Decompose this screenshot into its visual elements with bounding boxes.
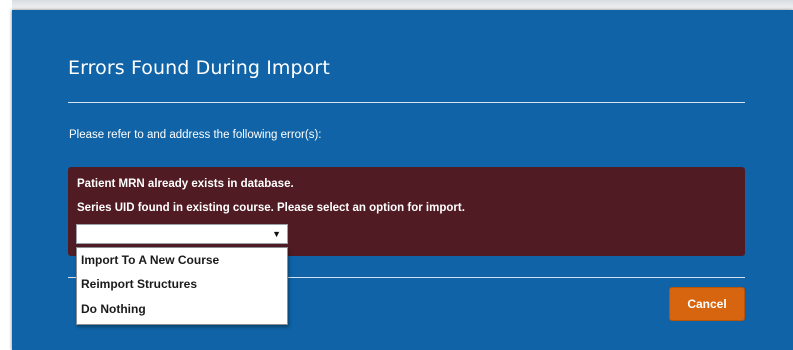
import-option-dropdown: Import To A New Course Reimport Structur… bbox=[76, 247, 288, 325]
cancel-button[interactable]: Cancel bbox=[669, 287, 745, 321]
import-errors-dialog: Errors Found During Import Please refer … bbox=[12, 10, 793, 350]
title-divider bbox=[68, 102, 745, 103]
background-window-shade bbox=[12, 0, 793, 10]
error-message: Series UID found in existing course. Ple… bbox=[77, 202, 465, 214]
error-message: Patient MRN already exists in database. bbox=[77, 178, 294, 190]
option-import-new-course[interactable]: Import To A New Course bbox=[81, 253, 219, 267]
dialog-title: Errors Found During Import bbox=[68, 57, 330, 79]
caret-down-icon: ▼ bbox=[272, 229, 281, 239]
option-do-nothing[interactable]: Do Nothing bbox=[81, 302, 146, 316]
option-reimport-structures[interactable]: Reimport Structures bbox=[81, 277, 197, 291]
intro-text: Please refer to and address the followin… bbox=[69, 129, 322, 141]
background-window-strip bbox=[0, 0, 793, 10]
import-option-select[interactable]: ▼ bbox=[76, 224, 288, 244]
